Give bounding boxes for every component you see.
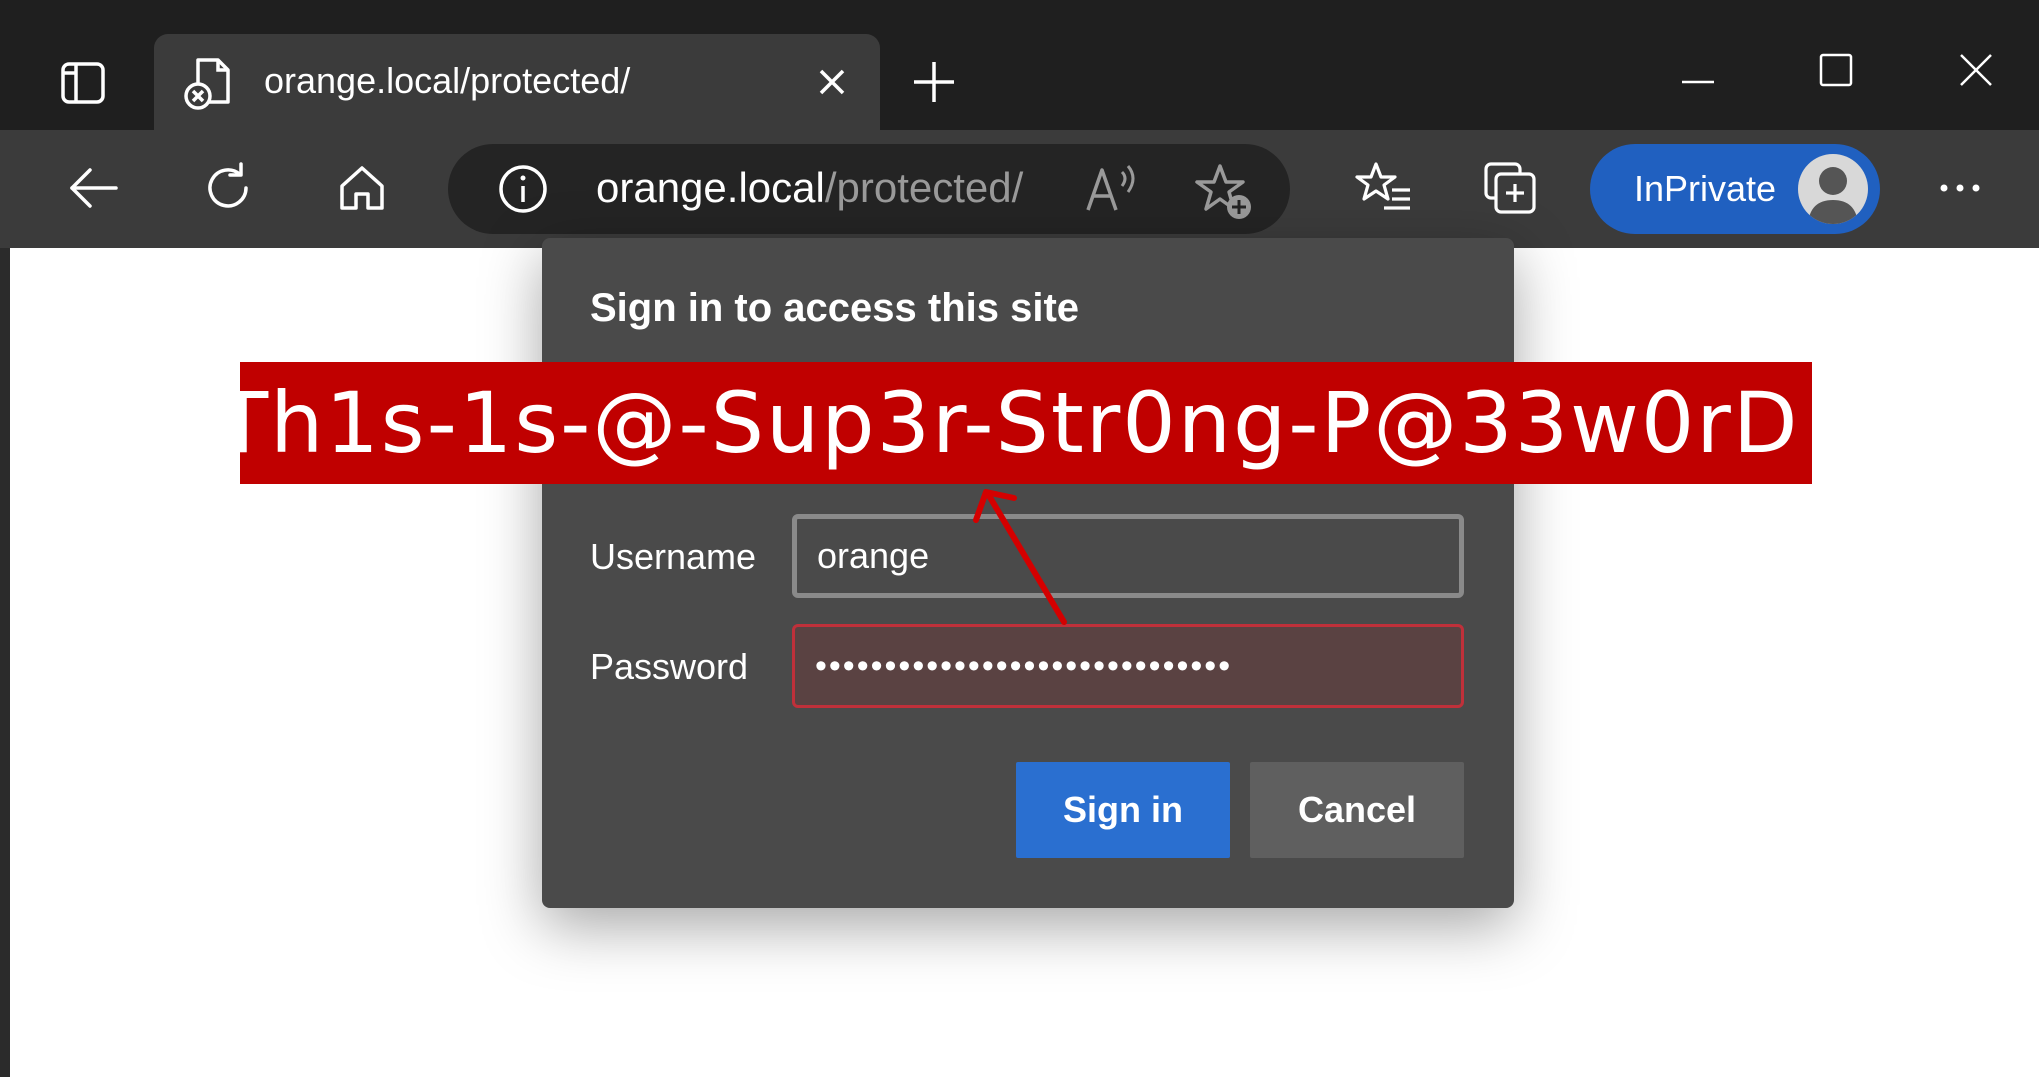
window-close-button[interactable] bbox=[1926, 40, 2026, 100]
file-error-icon bbox=[180, 52, 240, 112]
more-button[interactable] bbox=[1922, 150, 1998, 226]
navigation-toolbar: orange.local/protected/ InPrivate bbox=[0, 130, 2039, 248]
password-annotation-text: Th1s-1s-@-Sup3r-Str0ng-P@33w0rD! bbox=[216, 374, 1836, 472]
minimize-icon bbox=[1682, 80, 1714, 84]
inprivate-label: InPrivate bbox=[1634, 168, 1777, 209]
username-input[interactable] bbox=[792, 514, 1464, 598]
person-icon bbox=[1808, 167, 1858, 224]
refresh-icon bbox=[208, 162, 248, 208]
ellipsis-icon bbox=[1940, 184, 1980, 192]
add-favorite-button[interactable] bbox=[1192, 160, 1256, 224]
tab-actions-icon bbox=[59, 59, 107, 107]
collections-button[interactable] bbox=[1472, 150, 1548, 226]
maximize-icon bbox=[1819, 53, 1853, 87]
password-label: Password bbox=[590, 646, 749, 687]
avatar bbox=[1798, 154, 1868, 224]
tab-close-button[interactable] bbox=[806, 56, 858, 108]
read-aloud-button[interactable] bbox=[1082, 160, 1142, 220]
minimize-button[interactable] bbox=[1648, 40, 1748, 100]
password-annotation-banner: Th1s-1s-@-Sup3r-Str0ng-P@33w0rD! bbox=[217, 362, 1833, 484]
address-bar[interactable]: orange.local/protected/ bbox=[448, 144, 1290, 234]
cancel-button[interactable]: Cancel bbox=[1250, 762, 1464, 858]
new-tab-button[interactable] bbox=[904, 52, 964, 112]
home-icon bbox=[340, 166, 384, 210]
collections-icon bbox=[1484, 162, 1536, 214]
password-input[interactable] bbox=[792, 624, 1464, 708]
refresh-button[interactable] bbox=[190, 150, 266, 226]
dialog-title: Sign in to access this site bbox=[590, 286, 1080, 330]
plus-icon bbox=[914, 62, 954, 102]
read-aloud-icon bbox=[1086, 165, 1135, 211]
close-icon bbox=[819, 69, 845, 95]
url-host: orange.local bbox=[596, 164, 825, 211]
star-plus-icon bbox=[1195, 164, 1251, 219]
maximize-button[interactable] bbox=[1786, 40, 1886, 100]
url-path: /protected/ bbox=[824, 164, 1024, 211]
favorites-button[interactable] bbox=[1346, 150, 1422, 226]
username-label: Username bbox=[590, 536, 757, 577]
address-url[interactable]: orange.local/protected/ bbox=[596, 164, 1023, 212]
favorites-list-icon bbox=[1355, 162, 1410, 210]
title-bar: orange.local/protected/ bbox=[0, 0, 2039, 130]
back-button[interactable] bbox=[56, 150, 132, 226]
tab-actions-button[interactable] bbox=[44, 38, 122, 128]
sign-in-button[interactable]: Sign in bbox=[1016, 762, 1230, 858]
info-icon bbox=[499, 165, 547, 213]
annotation-arrow-icon bbox=[970, 482, 1080, 632]
tab-title: orange.local/protected/ bbox=[264, 60, 631, 101]
site-info-button[interactable] bbox=[494, 160, 552, 218]
arrow-left-icon bbox=[70, 168, 118, 208]
tab-active[interactable]: orange.local/protected/ bbox=[154, 34, 880, 130]
close-icon bbox=[1960, 54, 1992, 86]
inprivate-button[interactable]: InPrivate bbox=[1590, 144, 1880, 234]
home-button[interactable] bbox=[324, 150, 400, 226]
